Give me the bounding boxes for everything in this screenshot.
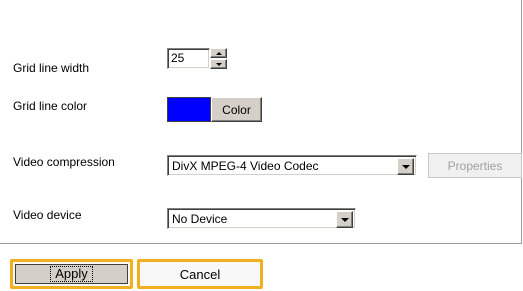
properties-button[interactable]: Properties [428,153,522,178]
color-button-label: Color [222,102,251,117]
grid-line-color-swatch [167,97,211,122]
video-device-dropdown-button[interactable] [336,211,353,228]
grid-line-color-label: Grid line color [13,99,88,113]
video-device-select[interactable]: No Device [167,208,356,229]
cancel-button[interactable]: Cancel [137,259,263,289]
spin-down-button[interactable] [210,59,227,69]
arrow-down-icon [215,62,222,66]
grid-line-width-value: 25 [171,51,185,65]
chevron-down-icon [340,217,349,222]
video-compression-dropdown-button[interactable] [397,158,414,175]
video-device-label: Video device [13,208,82,222]
spin-up-button[interactable] [210,48,227,58]
apply-button-face: Apply [15,264,128,284]
video-compression-label: Video compression [13,155,115,169]
color-button[interactable]: Color [211,97,262,122]
cancel-button-label: Cancel [179,266,221,282]
settings-panel: Grid line width 25 Grid line color Color… [0,0,522,244]
video-device-value: No Device [172,212,228,226]
video-compression-value: DivX MPEG-4 Video Codec [172,159,319,173]
apply-button-label: Apply [50,266,93,282]
chevron-down-icon [401,164,410,169]
apply-button[interactable]: Apply [10,259,133,289]
properties-button-label: Properties [447,158,503,173]
grid-line-width-label: Grid line width [13,61,90,75]
grid-line-width-input[interactable]: 25 [167,48,210,69]
video-compression-select[interactable]: DivX MPEG-4 Video Codec [167,155,417,176]
grid-line-width-spinner[interactable] [210,48,227,69]
arrow-up-icon [215,51,222,55]
